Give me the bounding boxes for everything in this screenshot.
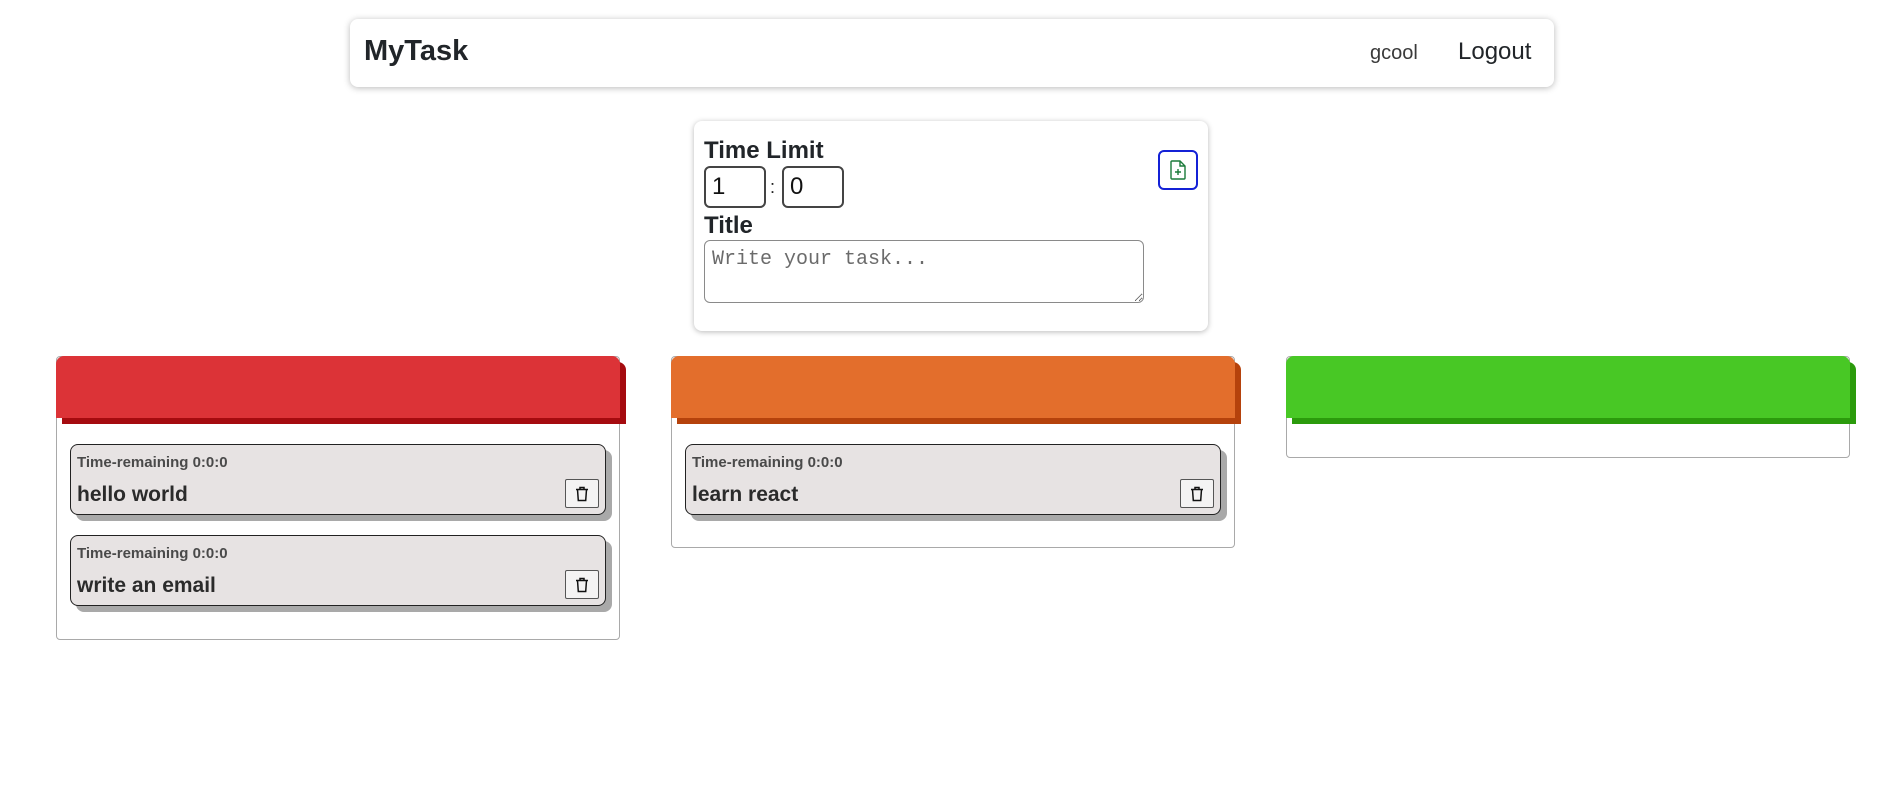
delete-task-button[interactable] xyxy=(1180,479,1214,508)
add-task-button[interactable] xyxy=(1158,150,1198,190)
new-task-form: Time Limit : Title xyxy=(694,121,1208,331)
task-card[interactable]: Time-remaining 0:0:0 learn react xyxy=(685,444,1221,515)
file-plus-icon xyxy=(1170,160,1186,180)
trash-icon xyxy=(576,486,588,501)
column-header-orange xyxy=(671,356,1235,418)
task-title: write an email xyxy=(77,574,216,597)
task-column-orange: Time-remaining 0:0:0 learn react xyxy=(671,356,1235,548)
minutes-input[interactable] xyxy=(782,166,844,208)
time-separator: : xyxy=(770,177,776,197)
brand-logo[interactable]: MyTask xyxy=(364,35,468,68)
delete-task-button[interactable] xyxy=(565,479,599,508)
time-limit-label: Time Limit xyxy=(704,137,824,164)
time-remaining-text: Time-remaining 0:0:0 xyxy=(77,545,228,562)
column-header-red xyxy=(56,356,620,418)
column-header-green xyxy=(1286,356,1850,418)
username-label: gcool xyxy=(1370,42,1418,64)
trash-icon xyxy=(576,577,588,592)
task-title: learn react xyxy=(692,483,799,506)
task-card[interactable]: Time-remaining 0:0:0 write an email xyxy=(70,535,606,606)
time-remaining-text: Time-remaining 0:0:0 xyxy=(77,454,228,471)
delete-task-button[interactable] xyxy=(565,570,599,599)
navbar: MyTask gcool Logout xyxy=(350,19,1554,87)
hours-input[interactable] xyxy=(704,166,766,208)
task-column-green xyxy=(1286,356,1850,458)
task-title: hello world xyxy=(77,483,188,506)
time-remaining-text: Time-remaining 0:0:0 xyxy=(692,454,843,471)
trash-icon xyxy=(1191,486,1203,501)
title-label: Title xyxy=(704,212,753,239)
logout-link[interactable]: Logout xyxy=(1458,38,1531,66)
task-card[interactable]: Time-remaining 0:0:0 hello world xyxy=(70,444,606,515)
task-title-input[interactable] xyxy=(704,240,1144,303)
task-column-red: Time-remaining 0:0:0 hello world Time-re… xyxy=(56,356,620,640)
